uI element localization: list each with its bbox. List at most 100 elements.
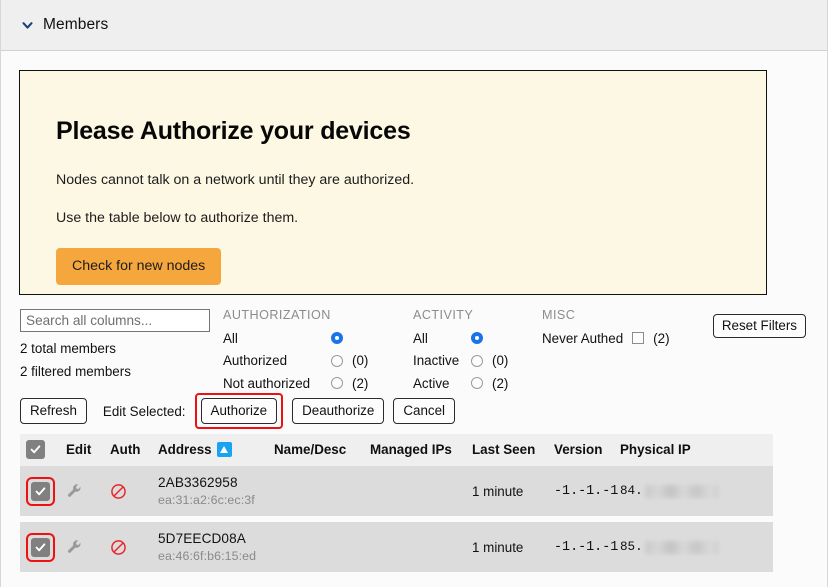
refresh-button[interactable]: Refresh — [20, 398, 87, 424]
filter-group-misc: MISC Never Authed (2) — [542, 308, 670, 350]
filter-option-auth-all-label: All — [223, 330, 238, 346]
filter-option-never-authed[interactable]: Never Authed (2) — [542, 327, 670, 350]
edit-selected-label: Edit Selected: — [102, 403, 186, 419]
chevron-down-icon[interactable] — [20, 18, 34, 32]
sort-ascending-icon[interactable] — [216, 442, 232, 457]
column-header-address[interactable]: Address — [158, 434, 274, 466]
alert-line-1: Nodes cannot talk on a network until the… — [56, 172, 415, 188]
table-row[interactable]: 5D7EECD08A ea:46:6f:b6:15:ed 1 minute -1… — [20, 522, 773, 572]
row-auth-cell[interactable] — [110, 466, 158, 516]
filter-option-auth-all-radio[interactable] — [331, 332, 343, 345]
row-edit-cell[interactable] — [66, 466, 110, 516]
column-header-version[interactable]: Version — [554, 434, 620, 466]
alert-heading: Please Authorize your devices — [56, 117, 411, 145]
row-checkbox-highlight — [26, 476, 55, 506]
row-physical-ip-redacted — [644, 484, 719, 498]
filter-option-auth-not-authorized-label: Not authorized — [223, 375, 311, 391]
filter-group-activity-title: ACTIVITY — [413, 308, 474, 322]
filter-option-activity-all-label: All — [413, 330, 428, 346]
row-select-cell[interactable] — [20, 466, 66, 516]
filter-bar: 2 total members 2 filtered members AUTHO… — [1, 308, 827, 394]
column-header-name-desc[interactable]: Name/Desc — [274, 434, 370, 466]
row-mac-address: ea:46:6f:b6:15:ed — [158, 549, 257, 563]
filter-option-activity-all[interactable]: All — [413, 327, 508, 350]
row-version-cell: -1.-1.-1 — [554, 466, 620, 516]
row-version-cell: -1.-1.-1 — [554, 522, 620, 572]
filter-option-auth-not-authorized-radio[interactable] — [331, 377, 343, 390]
row-physical-ip-prefix: 84. — [620, 484, 643, 498]
action-bar: Refresh Edit Selected: Authorize Deautho… — [20, 393, 827, 429]
row-physical-ip-prefix: 85. — [620, 540, 643, 554]
no-entry-icon[interactable] — [110, 483, 158, 500]
filter-option-activity-inactive-label: Inactive — [413, 353, 460, 369]
row-address: 5D7EECD08A — [158, 531, 246, 546]
row-select-checkbox[interactable] — [31, 537, 50, 557]
row-select-checkbox[interactable] — [31, 481, 50, 501]
wrench-icon[interactable] — [66, 483, 110, 500]
row-last-seen-cell: 1 minute — [472, 466, 554, 516]
table-header: Edit Auth Address Name/Desc Managed IPs … — [20, 434, 773, 466]
row-name-desc-cell — [274, 466, 370, 516]
members-table: Edit Auth Address Name/Desc Managed IPs … — [20, 434, 773, 572]
filtered-members-count: 2 filtered members — [20, 363, 131, 379]
row-select-cell[interactable] — [20, 522, 66, 572]
filter-option-activity-all-radio[interactable] — [471, 332, 483, 345]
page-title: Members — [43, 16, 109, 33]
section-header[interactable]: Members — [1, 0, 827, 51]
reset-filters-button[interactable]: Reset Filters — [712, 314, 806, 338]
column-header-auth[interactable]: Auth — [110, 434, 158, 466]
member-counts: 2 total members 2 filtered members — [20, 338, 131, 383]
row-physical-ip-cell: 84. — [620, 466, 773, 516]
search-input[interactable] — [20, 309, 210, 332]
filter-option-auth-authorized-radio[interactable] — [331, 354, 343, 367]
table-body: 2AB3362958 ea:31:a2:6c:ec:3f 1 minute -1… — [20, 466, 773, 572]
column-header-physical-ip[interactable]: Physical IP — [620, 434, 773, 466]
row-address: 2AB3362958 — [158, 475, 238, 490]
filter-option-auth-authorized-label: Authorized — [223, 353, 288, 369]
no-entry-icon[interactable] — [110, 539, 158, 556]
filter-option-never-authed-count: (2) — [653, 330, 670, 346]
wrench-icon[interactable] — [66, 539, 110, 556]
filter-group-authorization: AUTHORIZATION All Authorized (0) Not aut… — [223, 308, 368, 395]
filter-group-activity: ACTIVITY All Inactive (0) Active (2) — [413, 308, 508, 395]
row-physical-ip-redacted — [644, 540, 719, 554]
filter-option-activity-inactive[interactable]: Inactive (0) — [413, 350, 508, 373]
check-for-new-nodes-button[interactable]: Check for new nodes — [56, 248, 222, 285]
deauthorize-button[interactable]: Deauthorize — [292, 398, 385, 424]
filter-option-activity-active[interactable]: Active (2) — [413, 372, 508, 395]
filter-option-activity-active-count: (2) — [492, 375, 509, 391]
row-mac-address: ea:31:a2:6c:ec:3f — [158, 493, 255, 507]
authorize-alert-panel: Please Authorize your devices Nodes cann… — [19, 70, 767, 295]
filter-option-never-authed-checkbox[interactable] — [632, 332, 645, 345]
row-last-seen-cell: 1 minute — [472, 522, 554, 572]
filter-option-auth-not-authorized-count: (2) — [352, 375, 369, 391]
filter-group-authorization-title: AUTHORIZATION — [223, 308, 331, 322]
filter-option-activity-inactive-radio[interactable] — [471, 354, 483, 367]
filter-option-auth-not-authorized[interactable]: Not authorized (2) — [223, 372, 368, 395]
row-managed-ips-cell — [370, 522, 472, 572]
cancel-button[interactable]: Cancel — [393, 398, 456, 424]
total-members-count: 2 total members — [20, 341, 117, 356]
authorize-button[interactable]: Authorize — [200, 398, 278, 424]
select-all-checkbox[interactable] — [26, 440, 45, 459]
filter-option-activity-active-label: Active — [413, 375, 450, 391]
filter-option-never-authed-label: Never Authed — [542, 330, 624, 346]
column-header-select-all[interactable] — [20, 434, 66, 466]
column-header-managed-ips[interactable]: Managed IPs — [370, 434, 472, 466]
row-address-cell: 5D7EECD08A ea:46:6f:b6:15:ed — [158, 522, 274, 572]
filter-option-auth-authorized[interactable]: Authorized (0) — [223, 350, 368, 373]
row-physical-ip-cell: 85. — [620, 522, 773, 572]
column-header-address-label: Address — [158, 442, 212, 457]
column-header-last-seen[interactable]: Last Seen — [472, 434, 554, 466]
row-auth-cell[interactable] — [110, 522, 158, 572]
authorize-button-highlight: Authorize — [194, 393, 284, 429]
members-panel: Members Please Authorize your devices No… — [0, 0, 828, 587]
table-row[interactable]: 2AB3362958 ea:31:a2:6c:ec:3f 1 minute -1… — [20, 466, 773, 516]
filter-option-auth-all[interactable]: All — [223, 327, 368, 350]
filter-option-auth-authorized-count: (0) — [352, 353, 369, 369]
column-header-edit[interactable]: Edit — [66, 434, 110, 466]
row-address-cell: 2AB3362958 ea:31:a2:6c:ec:3f — [158, 466, 274, 516]
filter-option-activity-active-radio[interactable] — [471, 377, 483, 390]
row-edit-cell[interactable] — [66, 522, 110, 572]
alert-line-2: Use the table below to authorize them. — [56, 210, 299, 226]
